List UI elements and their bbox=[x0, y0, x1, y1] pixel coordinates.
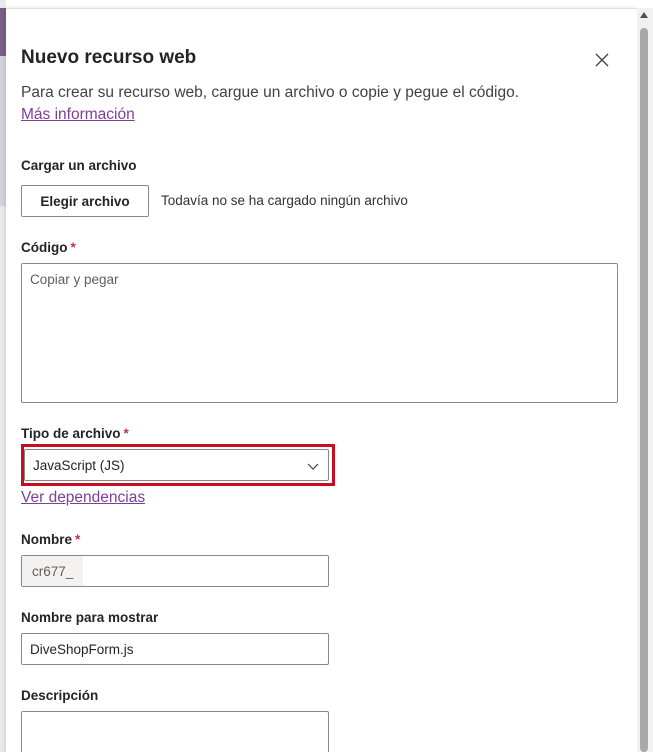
file-type-selected-value: JavaScript (JS) bbox=[33, 457, 125, 473]
choose-file-button[interactable]: Elegir archivo bbox=[21, 185, 149, 217]
display-name-label: Nombre para mostrar bbox=[21, 610, 159, 625]
chevron-down-icon bbox=[307, 463, 319, 470]
upload-status-text: Todavía no se ha cargado ningún archivo bbox=[161, 193, 408, 208]
code-label-text: Código bbox=[21, 240, 68, 255]
file-type-dropdown[interactable]: JavaScript (JS) bbox=[24, 449, 329, 481]
close-icon bbox=[595, 53, 609, 67]
name-label-text: Nombre bbox=[21, 532, 73, 547]
panel-description: Para crear su recurso web, cargue un arc… bbox=[21, 84, 520, 101]
description-label: Descripción bbox=[21, 688, 99, 703]
required-marker: * bbox=[70, 240, 76, 255]
view-dependencies-link[interactable]: Ver dependencias bbox=[21, 489, 145, 507]
file-type-label: Tipo de archivo * bbox=[21, 426, 129, 441]
name-field: cr677_ bbox=[21, 555, 329, 587]
code-label: Código * bbox=[21, 240, 76, 255]
code-textarea[interactable] bbox=[21, 263, 618, 403]
scroll-up-arrow-icon[interactable] bbox=[640, 12, 648, 18]
required-marker: * bbox=[123, 426, 129, 441]
panel-scrollbar[interactable] bbox=[637, 8, 653, 752]
panel-title: Nuevo recurso web bbox=[21, 47, 197, 68]
display-name-input[interactable] bbox=[21, 633, 329, 665]
upload-label: Cargar un archivo bbox=[21, 158, 137, 173]
name-label: Nombre * bbox=[21, 532, 80, 547]
description-textarea[interactable] bbox=[21, 711, 329, 752]
name-input[interactable] bbox=[83, 556, 328, 586]
more-info-link[interactable]: Más información bbox=[21, 106, 135, 124]
required-marker: * bbox=[75, 532, 81, 547]
file-type-label-text: Tipo de archivo bbox=[21, 426, 121, 441]
scrollbar-thumb[interactable] bbox=[640, 28, 648, 752]
close-button[interactable] bbox=[588, 46, 616, 74]
publisher-prefix: cr677_ bbox=[22, 556, 84, 586]
